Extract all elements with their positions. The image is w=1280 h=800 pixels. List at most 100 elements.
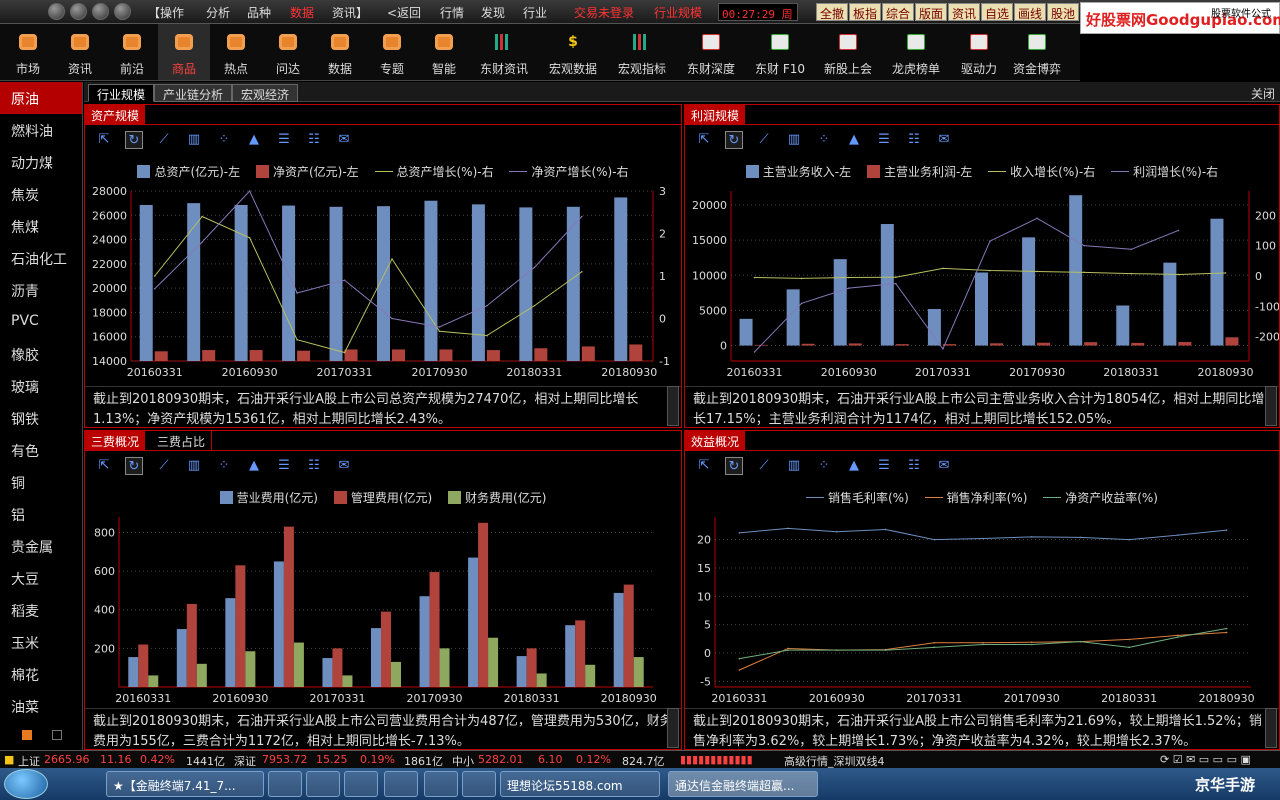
quick-draw[interactable]: 画线 [1014,3,1047,21]
sidebar-item-13[interactable]: 铝 [0,498,82,530]
area-chart-icon[interactable]: ▲ [845,457,863,475]
fees-title[interactable]: 三费概况 [85,431,146,450]
quick-index[interactable]: 板指 [849,3,882,21]
sidebar-item-4[interactable]: 焦煤 [0,210,82,242]
desc-scrollbar[interactable] [667,708,679,748]
bar-chart-icon[interactable]: ▥ [185,131,203,149]
line-chart-icon[interactable]: ⟋ [755,457,773,475]
desc-scrollbar[interactable] [1265,386,1277,426]
login-status[interactable]: 交易未登录 [574,4,634,21]
grid-icon[interactable]: ☷ [305,457,323,475]
tab-macro[interactable]: 宏观经济 [232,84,299,102]
bar-chart-icon[interactable]: ▥ [785,131,803,149]
line-chart-icon[interactable]: ⟋ [155,131,173,149]
task-tdx-terminal[interactable]: 通达信金融终端超赢... [668,771,818,797]
refresh-icon[interactable]: ↻ [725,131,743,149]
toolbar-btn-8[interactable]: 智能 [418,24,470,80]
quick-watchlist[interactable]: 自选 [981,3,1014,21]
scatter-icon[interactable]: ⁘ [815,457,833,475]
sidebar-item-2[interactable]: 动力煤 [0,146,82,178]
refresh-icon[interactable]: ↻ [125,457,143,475]
close-button[interactable]: 关闭 [1251,85,1275,102]
menu-discover[interactable]: 发现 [481,4,505,21]
toolbar-btn-2[interactable]: 前沿 [106,24,158,80]
fees-ratio-title[interactable]: 三费占比 [151,431,213,450]
menu-quotes[interactable]: 行情 [440,4,464,21]
area-chart-icon[interactable]: ▲ [245,457,263,475]
scatter-icon[interactable]: ⁘ [815,131,833,149]
task-app-5[interactable] [384,771,418,797]
toolbar-btn-4[interactable]: 热点 [210,24,262,80]
scatter-icon[interactable]: ⁘ [215,457,233,475]
menu-industry[interactable]: 行业 [523,4,547,21]
tab-industry-scale[interactable]: 行业规模 [88,84,155,102]
refresh-icon[interactable]: ↻ [725,457,743,475]
sidebar-item-19[interactable]: 油菜 [0,690,82,722]
sidebar-item-18[interactable]: 棉花 [0,658,82,690]
sidebar-item-8[interactable]: 橡胶 [0,338,82,370]
export-icon[interactable]: ✉ [335,131,353,149]
list-icon[interactable]: ☰ [875,457,893,475]
menu-operate[interactable]: 【操作 [148,4,184,21]
toolbar-btn-13[interactable]: 东财 F10 [746,24,814,80]
profit-title[interactable]: 利润规模 [685,105,746,124]
start-button[interactable] [4,769,48,799]
menu-news[interactable]: 资讯】 [332,4,368,21]
quick-cancel-all[interactable]: 全撤 [816,3,849,21]
toolbar-btn-1[interactable]: 资讯 [54,24,106,80]
quick-news[interactable]: 资讯 [948,3,981,21]
pointer-icon[interactable]: ⇱ [695,457,713,475]
toolbar-btn-14[interactable]: 新股上会 [814,24,882,80]
toolbar-btn-17[interactable]: 资金博弈 [1008,24,1066,80]
expand-icon[interactable] [52,730,62,740]
task-forum[interactable]: 理想论坛55188.com [500,771,660,797]
sidebar-item-10[interactable]: 钢铁 [0,402,82,434]
toolbar-btn-7[interactable]: 专题 [366,24,418,80]
menu-back[interactable]: <返回 [387,4,421,21]
toolbar-btn-12[interactable]: 东财深度 [676,24,746,80]
task-app-2[interactable] [268,771,302,797]
toolbar-btn-15[interactable]: 龙虎榜单 [882,24,950,80]
toolbar-btn-10[interactable]: $ 宏观数据 [538,24,608,80]
sidebar-item-9[interactable]: 玻璃 [0,370,82,402]
list-icon[interactable]: ☰ [275,131,293,149]
desc-scrollbar[interactable] [667,386,679,426]
sidebar-item-6[interactable]: 沥青 [0,274,82,306]
menu-analyze[interactable]: 分析 [206,4,230,21]
quick-pool[interactable]: 股池 [1047,3,1080,21]
task-app-3[interactable] [306,771,340,797]
quick-composite[interactable]: 综合 [882,3,915,21]
sidebar-item-17[interactable]: 玉米 [0,626,82,658]
sidebar-item-0[interactable]: 原油 [0,82,82,114]
toolbar-btn-6[interactable]: 数据 [314,24,366,80]
grid-icon[interactable]: ☷ [305,131,323,149]
bar-chart-icon[interactable]: ▥ [785,457,803,475]
back-circle-icon[interactable] [48,3,65,20]
toolbar-btn-16[interactable]: 驱动力 [950,24,1008,80]
line-chart-icon[interactable]: ⟋ [155,457,173,475]
forward-circle-icon[interactable] [70,3,87,20]
menu-data[interactable]: 数据 [290,4,314,21]
down-circle-icon[interactable] [114,3,131,20]
menu-variety[interactable]: 品种 [247,4,271,21]
area-chart-icon[interactable]: ▲ [845,131,863,149]
quick-layout[interactable]: 版面 [915,3,948,21]
toolbar-btn-5[interactable]: 问达 [262,24,314,80]
grid-icon[interactable]: ☷ [905,131,923,149]
sidebar-item-16[interactable]: 稻麦 [0,594,82,626]
tab-chain-analysis[interactable]: 产业链分析 [154,84,233,102]
pointer-icon[interactable]: ⇱ [95,131,113,149]
export-icon[interactable]: ✉ [935,457,953,475]
export-icon[interactable]: ✉ [935,131,953,149]
benefit-title[interactable]: 效益概况 [685,431,746,450]
up-circle-icon[interactable] [92,3,109,20]
task-finance-terminal[interactable]: ★【金融终端7.41_7... [106,771,264,797]
export-icon[interactable]: ✉ [335,457,353,475]
sidebar-item-5[interactable]: 石油化工 [0,242,82,274]
bar-chart-icon[interactable]: ▥ [185,457,203,475]
sidebar-item-11[interactable]: 有色 [0,434,82,466]
desc-scrollbar[interactable] [1265,708,1277,748]
sidebar-item-12[interactable]: 铜 [0,466,82,498]
area-chart-icon[interactable]: ▲ [245,131,263,149]
alert-icon[interactable]: ▮▮▮▮▮▮▮▮▮▮▮▮ [680,753,753,766]
